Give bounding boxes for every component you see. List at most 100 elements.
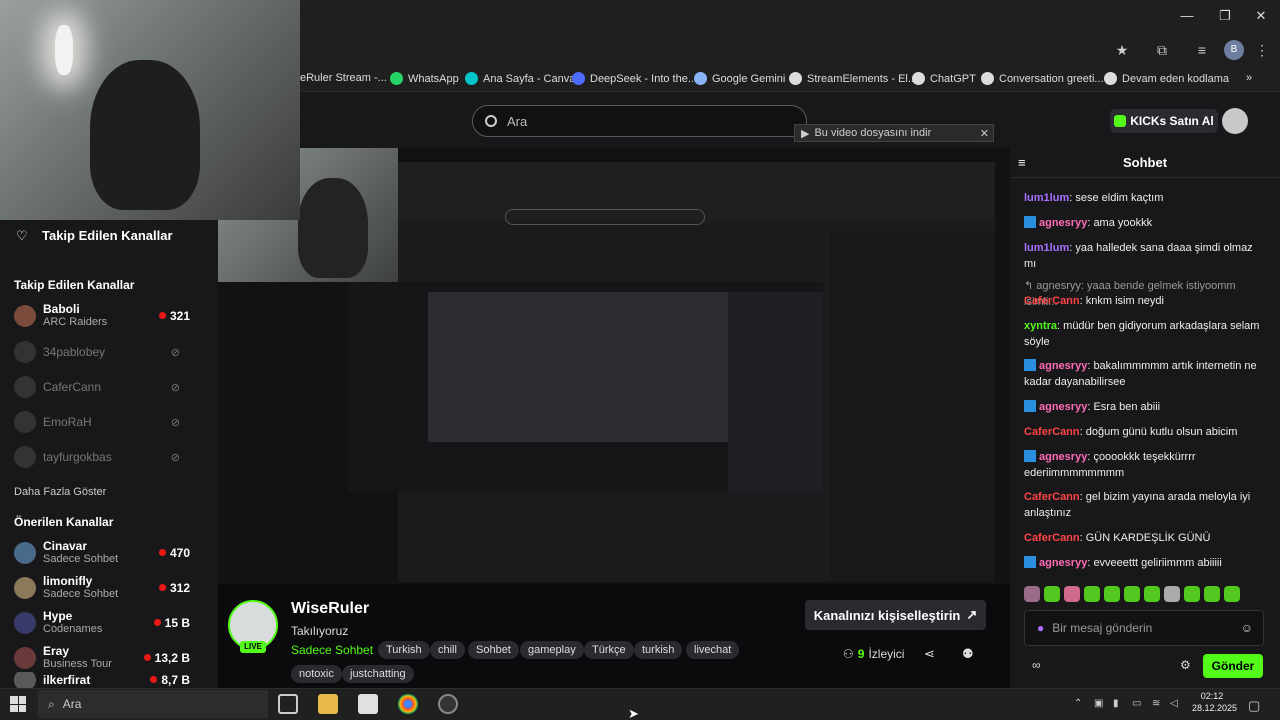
emote-icon[interactable] — [1124, 586, 1140, 602]
channel-category: Sadece Sohbet — [43, 588, 119, 600]
tray-app-icon[interactable]: ▣ — [1094, 698, 1103, 709]
streamer-name[interactable]: WiseRuler — [291, 600, 369, 618]
tag[interactable]: turkish — [634, 641, 683, 659]
bookmark-item[interactable]: eRuler Stream -... — [300, 72, 387, 84]
bookmark-item[interactable]: Devam eden kodlama — [1104, 72, 1229, 85]
more-bookmarks-icon[interactable]: » — [1246, 72, 1252, 84]
volume-icon[interactable]: ◁ — [1170, 698, 1178, 709]
emote-icon[interactable] — [1224, 586, 1240, 602]
tag[interactable]: livechat — [686, 641, 740, 659]
chrome-icon[interactable] — [398, 694, 418, 714]
stream-title: Takılıyoruz — [291, 624, 349, 638]
chat-username[interactable]: agnesryy — [1039, 217, 1087, 229]
sidebar-item-cafercann[interactable]: CaferCann ⊘ — [14, 372, 210, 402]
chat-username[interactable]: agnesryy — [1039, 360, 1087, 372]
sidebar-item-limonifly[interactable]: limonifly Sadece Sohbet 312 — [14, 573, 210, 603]
search-input[interactable]: Ara — [472, 105, 807, 137]
emote-icon[interactable] — [1024, 586, 1040, 602]
gear-icon[interactable]: ⚙ — [1180, 658, 1191, 672]
user-avatar[interactable] — [1222, 108, 1248, 134]
menu-kebab-icon[interactable]: ⋮ — [1252, 40, 1272, 60]
tag[interactable]: Turkish — [378, 641, 430, 659]
chat-username[interactable]: lum1lum — [1024, 242, 1069, 254]
tag[interactable]: Sohbet — [468, 641, 519, 659]
sidebar-item-baboli[interactable]: Baboli ARC Raiders 321 — [14, 301, 210, 331]
tag[interactable]: justchatting — [342, 665, 414, 683]
bookmark-star-icon[interactable]: ★ — [1112, 40, 1132, 60]
mic-icon[interactable]: ▮ — [1113, 698, 1119, 709]
viewer-count: 321 — [159, 309, 190, 323]
chat-username[interactable]: CaferCann — [1024, 491, 1080, 503]
chat-username[interactable]: xyntra — [1024, 320, 1057, 332]
media-icon[interactable]: ≡ — [1192, 40, 1212, 60]
sidebar-item-cinavar[interactable]: Cinavar Sadece Sohbet 470 — [14, 538, 210, 568]
tray-chevron-icon[interactable]: ⌃ — [1074, 698, 1082, 709]
stream-category[interactable]: Sadece Sohbet — [291, 643, 373, 657]
followed-heading: Takip Edilen Kanallar — [14, 278, 135, 292]
buy-kicks-button[interactable]: KICKs Satın Al — [1110, 109, 1218, 133]
close-icon[interactable]: ✕ — [1246, 6, 1276, 26]
obs-icon[interactable] — [438, 694, 458, 714]
wifi-icon[interactable]: ≋ — [1152, 698, 1160, 709]
sidebar-item-hype[interactable]: Hype Codenames 15 B — [14, 608, 210, 638]
bookmark-item[interactable]: Google Gemini — [694, 72, 785, 85]
bookmark-item[interactable]: Conversation greeti... — [981, 72, 1104, 85]
profile-avatar[interactable]: B — [1224, 40, 1244, 60]
buy-kicks-label: KICKs Satın Al — [1130, 114, 1214, 128]
customize-channel-button[interactable]: Kanalınızı kişiselleştirin ↗ — [805, 600, 986, 630]
sidebar-item-tayfurgokbas[interactable]: tayfurgokbas ⊘ — [14, 442, 210, 472]
emote-icon[interactable] — [1144, 586, 1160, 602]
emoji-icon[interactable]: ☺ — [1241, 621, 1253, 635]
share-icon[interactable]: ⋖ — [924, 646, 935, 662]
task-view-icon[interactable] — [278, 694, 298, 714]
store-icon[interactable] — [358, 694, 378, 714]
show-more-link[interactable]: Daha Fazla Göster — [14, 486, 106, 498]
download-video-bar[interactable]: ▶ Bu video dosyasını indir ✕ — [794, 124, 994, 142]
emote-icon[interactable] — [1164, 586, 1180, 602]
sidebar-item-eray[interactable]: Eray Business Tour 13,2 B — [14, 643, 210, 673]
bookmark-item[interactable]: Ana Sayfa - Canva — [465, 72, 575, 85]
minimize-icon[interactable]: — — [1172, 6, 1202, 26]
tag[interactable]: Türkçe — [584, 641, 634, 659]
tag[interactable]: chill — [430, 641, 465, 659]
sidebar-item-emorah[interactable]: EmoRaH ⊘ — [14, 407, 210, 437]
collapse-chat-icon[interactable]: ≡ — [1018, 155, 1026, 170]
chat-username[interactable]: CaferCann — [1024, 426, 1080, 438]
emote-icon[interactable] — [1204, 586, 1220, 602]
chat-input[interactable]: ● Bir mesaj gönderin ☺ — [1024, 610, 1264, 646]
emote-icon[interactable] — [1184, 586, 1200, 602]
bookmark-item[interactable]: WhatsApp — [390, 72, 459, 85]
chat-message: agnesryy: Esra ben abiii — [1024, 399, 1264, 415]
taskbar-search[interactable]: ⌕ Ara — [38, 690, 268, 718]
chat-username[interactable]: CaferCann — [1024, 295, 1080, 307]
send-button[interactable]: Gönder — [1203, 654, 1263, 678]
taskbar-clock[interactable]: 02:12 28.12.2025 — [1192, 690, 1237, 714]
emote-icon[interactable] — [1044, 586, 1060, 602]
battery-icon[interactable]: ▭ — [1132, 698, 1141, 709]
chat-text: Esra ben abiii — [1093, 401, 1161, 413]
chat-username[interactable]: agnesryy — [1039, 557, 1087, 569]
emote-icon[interactable] — [1104, 586, 1120, 602]
chat-username[interactable]: agnesryy — [1039, 401, 1087, 413]
infinity-icon[interactable]: ∞ — [1032, 658, 1041, 672]
tag[interactable]: gameplay — [520, 641, 584, 659]
bookmark-item[interactable]: ChatGPT — [912, 72, 976, 85]
sidebar-item-ilkerfirat[interactable]: ilkerfirat 8,7 B — [14, 672, 210, 688]
windows-start-icon[interactable] — [10, 696, 26, 712]
chat-username[interactable]: lum1lum — [1024, 192, 1069, 204]
mic-icon: ● — [1037, 621, 1045, 635]
tag[interactable]: notoxic — [291, 665, 342, 683]
close-icon[interactable]: ✕ — [980, 127, 989, 140]
chat-username[interactable]: agnesryy — [1039, 451, 1087, 463]
chat-username[interactable]: CaferCann — [1024, 532, 1080, 544]
bookmark-item[interactable]: StreamElements - El... — [789, 72, 917, 85]
emote-icon[interactable] — [1084, 586, 1100, 602]
bookmark-item[interactable]: DeepSeek - Into the... — [572, 72, 697, 85]
emote-icon[interactable] — [1064, 586, 1080, 602]
sidebar-item-34pablobey[interactable]: 34pablobey ⊘ — [14, 337, 210, 367]
notifications-icon[interactable]: ▢ — [1248, 698, 1260, 714]
extensions-icon[interactable]: ⧉ — [1152, 40, 1172, 60]
file-explorer-icon[interactable] — [318, 694, 338, 714]
restore-icon[interactable]: ❐ — [1210, 6, 1240, 26]
add-user-icon[interactable]: ⚉ — [962, 646, 974, 662]
